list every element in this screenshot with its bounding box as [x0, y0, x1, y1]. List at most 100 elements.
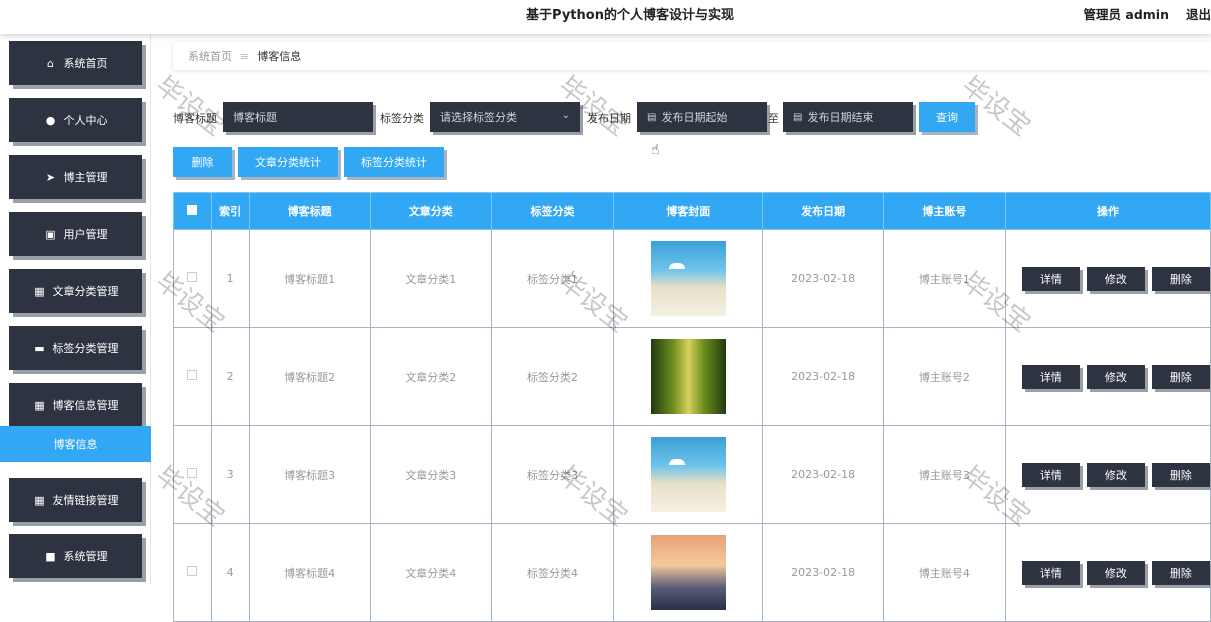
- row-operations: 详情 修改 删除: [1004, 327, 1211, 426]
- date-end-input[interactable]: ▤ 发布日期结束: [783, 102, 913, 132]
- delete-button[interactable]: 删除: [1151, 266, 1210, 291]
- breadcrumb-home[interactable]: 系统首页: [188, 48, 232, 64]
- logout-link[interactable]: 退出: [1186, 4, 1211, 23]
- table-row: 4 博客标题4 文章分类4 标签分类4 2023-02-18 博主账号4 详情 …: [173, 523, 1211, 622]
- sidebar-item-blog-info[interactable]: ▦ 博客信息管理: [9, 383, 142, 427]
- sidebar-item-label: 系统首页: [63, 57, 108, 70]
- delete-button[interactable]: 删除: [1151, 364, 1210, 389]
- row-operations: 详情 修改 删除: [1004, 425, 1211, 524]
- edit-button[interactable]: 修改: [1086, 364, 1145, 389]
- sidebar-item-label: 文章分类管理: [52, 285, 119, 298]
- sidebar-subitem-blog-info[interactable]: 博客信息: [0, 426, 151, 462]
- chevron-down-icon: ⌄: [561, 110, 570, 121]
- row-publish-date: 2023-02-18: [762, 327, 884, 426]
- publish-date-label: 发布日期: [587, 112, 631, 125]
- row-tag-category: 标签分类4: [490, 523, 615, 622]
- sidebar-item-profile[interactable]: ● 个人中心: [9, 98, 142, 142]
- column-header: 发布日期: [762, 192, 884, 230]
- delete-button[interactable]: 删除: [1151, 560, 1210, 585]
- blog-title-input[interactable]: 博客标题: [223, 102, 373, 132]
- table-row: 1 博客标题1 文章分类1 标签分类1 2023-02-18 博主账号1 详情 …: [173, 229, 1211, 328]
- grid-icon: ▦: [34, 284, 45, 298]
- tag-category-select[interactable]: 请选择标签分类 ⌄: [430, 102, 580, 132]
- sidebar-item-label: 友情链接管理: [52, 494, 119, 507]
- row-tag-category: 标签分类2: [490, 327, 615, 426]
- detail-button[interactable]: 详情: [1021, 266, 1080, 291]
- sidebar-item-blogger[interactable]: ➤ 博主管理: [9, 155, 142, 199]
- grid-icon: ▦: [34, 493, 45, 507]
- edit-button[interactable]: 修改: [1086, 266, 1145, 291]
- row-blog-title: 博客标题4: [248, 523, 371, 622]
- row-checkbox[interactable]: [187, 370, 198, 380]
- row-select-cell: [173, 523, 212, 622]
- row-publish-date: 2023-02-18: [762, 425, 884, 524]
- current-user: 管理员 admin: [1083, 7, 1169, 22]
- row-select-cell: [173, 425, 212, 524]
- row-blog-title: 博客标题1: [248, 229, 371, 328]
- row-blogger-account: 博主账号4: [882, 523, 1006, 622]
- detail-button[interactable]: 详情: [1021, 364, 1080, 389]
- home-icon: ⌂: [47, 56, 54, 70]
- row-article-category: 文章分类1: [369, 229, 492, 328]
- grid-icon: ▦: [34, 398, 45, 412]
- row-select-cell: [173, 229, 212, 328]
- calendar-icon: ▤: [647, 111, 657, 123]
- select-all-checkbox[interactable]: [187, 204, 198, 215]
- sidebar-item-label: 个人中心: [63, 114, 108, 127]
- tag-category-stats-button[interactable]: 标签分类统计: [344, 147, 444, 177]
- tag-category-label: 标签分类: [380, 112, 424, 125]
- sidebar-item-label: 博客信息管理: [52, 399, 119, 412]
- row-blogger-account: 博主账号2: [882, 327, 1006, 426]
- row-index: 4: [210, 523, 250, 622]
- sidebar-item-label: 用户管理: [63, 228, 108, 241]
- detail-button[interactable]: 详情: [1021, 462, 1080, 487]
- row-checkbox[interactable]: [187, 468, 198, 478]
- sidebar-item-tag-category[interactable]: ▬ 标签分类管理: [9, 326, 142, 370]
- column-header: 标签分类: [490, 192, 615, 230]
- sidebar-item-home[interactable]: ⌂ 系统首页: [9, 41, 142, 85]
- clipboard-icon: ▣: [45, 227, 56, 241]
- row-tag-category: 标签分类3: [490, 425, 615, 524]
- top-header: 基于Python的个人博客设计与实现 管理员 admin 退出: [0, 0, 1211, 34]
- select-all-cell[interactable]: [173, 192, 212, 230]
- sidebar-item-system[interactable]: ■ 系统管理: [9, 534, 142, 578]
- edit-button[interactable]: 修改: [1086, 462, 1145, 487]
- row-operations: 详情 修改 删除: [1004, 523, 1211, 622]
- breadcrumb-current: 博客信息: [257, 50, 302, 63]
- sidebar-item-label: 博主管理: [63, 171, 108, 184]
- watermark: 毕设宝: [149, 70, 230, 143]
- table-row: 2 博客标题2 文章分类2 标签分类2 2023-02-18 博主账号2 详情 …: [173, 327, 1211, 426]
- row-index: 2: [210, 327, 250, 426]
- date-range-separator: 至: [768, 112, 779, 125]
- column-header: 操作: [1004, 192, 1211, 230]
- blog-cover-image: [650, 241, 726, 316]
- row-checkbox[interactable]: [187, 272, 198, 282]
- row-index: 1: [210, 229, 250, 328]
- sidebar-item-friend-links[interactable]: ▦ 友情链接管理: [9, 478, 142, 522]
- sidebar-item-article-category[interactable]: ▦ 文章分类管理: [9, 269, 142, 313]
- sidebar-item-users[interactable]: ▣ 用户管理: [9, 212, 142, 256]
- blog-cover-image: [650, 535, 726, 610]
- row-operations: 详情 修改 删除: [1004, 229, 1211, 328]
- row-select-cell: [173, 327, 212, 426]
- comment-icon: ▬: [34, 341, 45, 355]
- delete-button[interactable]: 删除: [1151, 462, 1210, 487]
- date-start-input[interactable]: ▤ 发布日期起始: [637, 102, 767, 132]
- row-publish-date: 2023-02-18: [762, 229, 884, 328]
- blog-title-placeholder: 博客标题: [233, 111, 277, 124]
- row-index: 3: [210, 425, 250, 524]
- batch-delete-button[interactable]: 删除: [173, 147, 232, 177]
- breadcrumb-separator-icon: ≡: [240, 49, 250, 63]
- query-button[interactable]: 查询: [919, 102, 975, 132]
- detail-button[interactable]: 详情: [1021, 560, 1080, 585]
- edit-button[interactable]: 修改: [1086, 560, 1145, 585]
- row-cover-cell: [613, 229, 764, 328]
- row-blogger-account: 博主账号1: [882, 229, 1006, 328]
- article-category-stats-button[interactable]: 文章分类统计: [238, 147, 338, 177]
- column-header: 博客封面: [613, 192, 764, 230]
- calendar-icon: ▤: [793, 111, 803, 123]
- table-header-row: 索引 博客标题 文章分类 标签分类 博客封面 发布日期 博主账号 操作: [173, 192, 1211, 230]
- row-article-category: 文章分类3: [369, 425, 492, 524]
- row-checkbox[interactable]: [187, 566, 198, 576]
- column-header: 博客标题: [248, 192, 371, 230]
